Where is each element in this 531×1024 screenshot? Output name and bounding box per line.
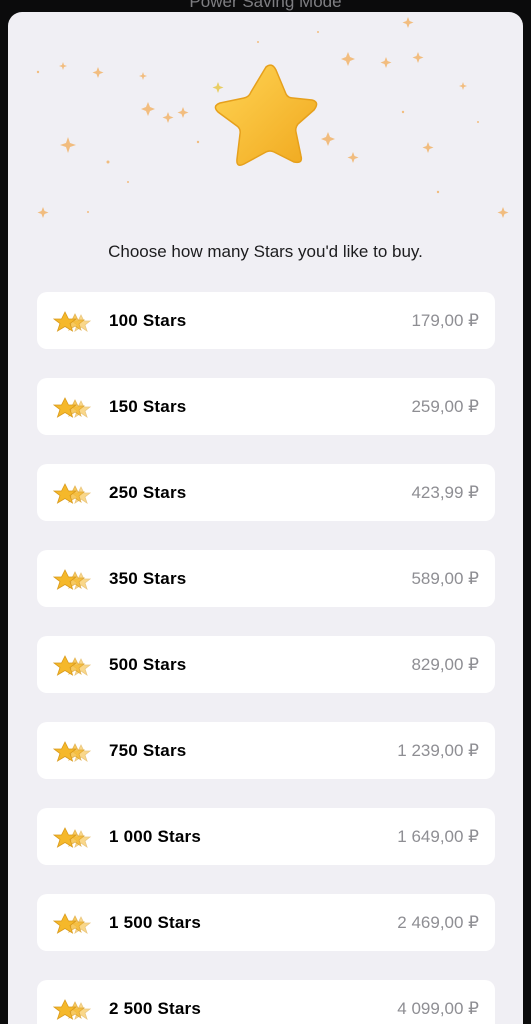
stars-option-label: 350 Stars [109,568,187,588]
stars-stack-icon [53,310,92,332]
stars-hero-illustration [36,17,509,218]
stars-option-price: 179,00 ₽ [411,310,479,330]
stars-option-price: 4 099,00 ₽ [397,998,479,1018]
stars-option-price: 829,00 ₽ [411,654,479,674]
stars-stack-icon [53,826,92,848]
stars-stack-icon [53,912,92,934]
stars-option-label: 2 500 Stars [109,998,201,1018]
stars-option-100[interactable]: 100 Stars 179,00 ₽ [37,292,495,349]
stars-option-1500[interactable]: 1 500 Stars 2 469,00 ₽ [37,894,495,951]
stars-stack-icon [53,740,92,762]
stars-option-label: 250 Stars [109,482,187,502]
stars-option-750[interactable]: 750 Stars 1 239,00 ₽ [37,722,495,779]
stars-options-list: 100 Stars 179,00 ₽ 150 Stars 259,00 ₽ 25… [37,292,495,1024]
subtitle-text: Choose how many Stars you'd like to buy. [108,242,423,261]
stars-option-1000[interactable]: 1 000 Stars 1 649,00 ₽ [37,808,495,865]
stars-stack-icon [53,396,92,418]
stars-stack-icon [53,568,92,590]
background-screen-title: Power Saving Mode [189,0,342,11]
stars-option-price: 589,00 ₽ [411,568,479,588]
stars-option-150[interactable]: 150 Stars 259,00 ₽ [37,378,495,435]
stars-stack-icon [53,482,92,504]
stars-option-label: 750 Stars [109,740,187,760]
stars-option-label: 1 500 Stars [109,912,201,932]
stars-stack-icon [53,654,92,676]
stars-option-350[interactable]: 350 Stars 589,00 ₽ [37,550,495,607]
stars-option-label: 1 000 Stars [109,826,201,846]
stars-option-price: 423,99 ₽ [411,482,479,502]
star-icon [214,64,318,166]
stars-option-500[interactable]: 500 Stars 829,00 ₽ [37,636,495,693]
buy-stars-sheet: Choose how many Stars you'd like to buy.… [8,12,523,1024]
stars-stack-icon [53,998,92,1020]
stars-option-label: 100 Stars [109,310,187,330]
stars-option-price: 259,00 ₽ [411,396,479,416]
stars-option-price: 1 649,00 ₽ [397,826,479,846]
stars-option-price: 2 469,00 ₽ [397,912,479,932]
stars-option-250[interactable]: 250 Stars 423,99 ₽ [37,464,495,521]
stars-option-2500[interactable]: 2 500 Stars 4 099,00 ₽ [37,980,495,1024]
stars-option-label: 150 Stars [109,396,187,416]
stars-option-price: 1 239,00 ₽ [397,740,479,760]
stars-option-label: 500 Stars [109,654,187,674]
